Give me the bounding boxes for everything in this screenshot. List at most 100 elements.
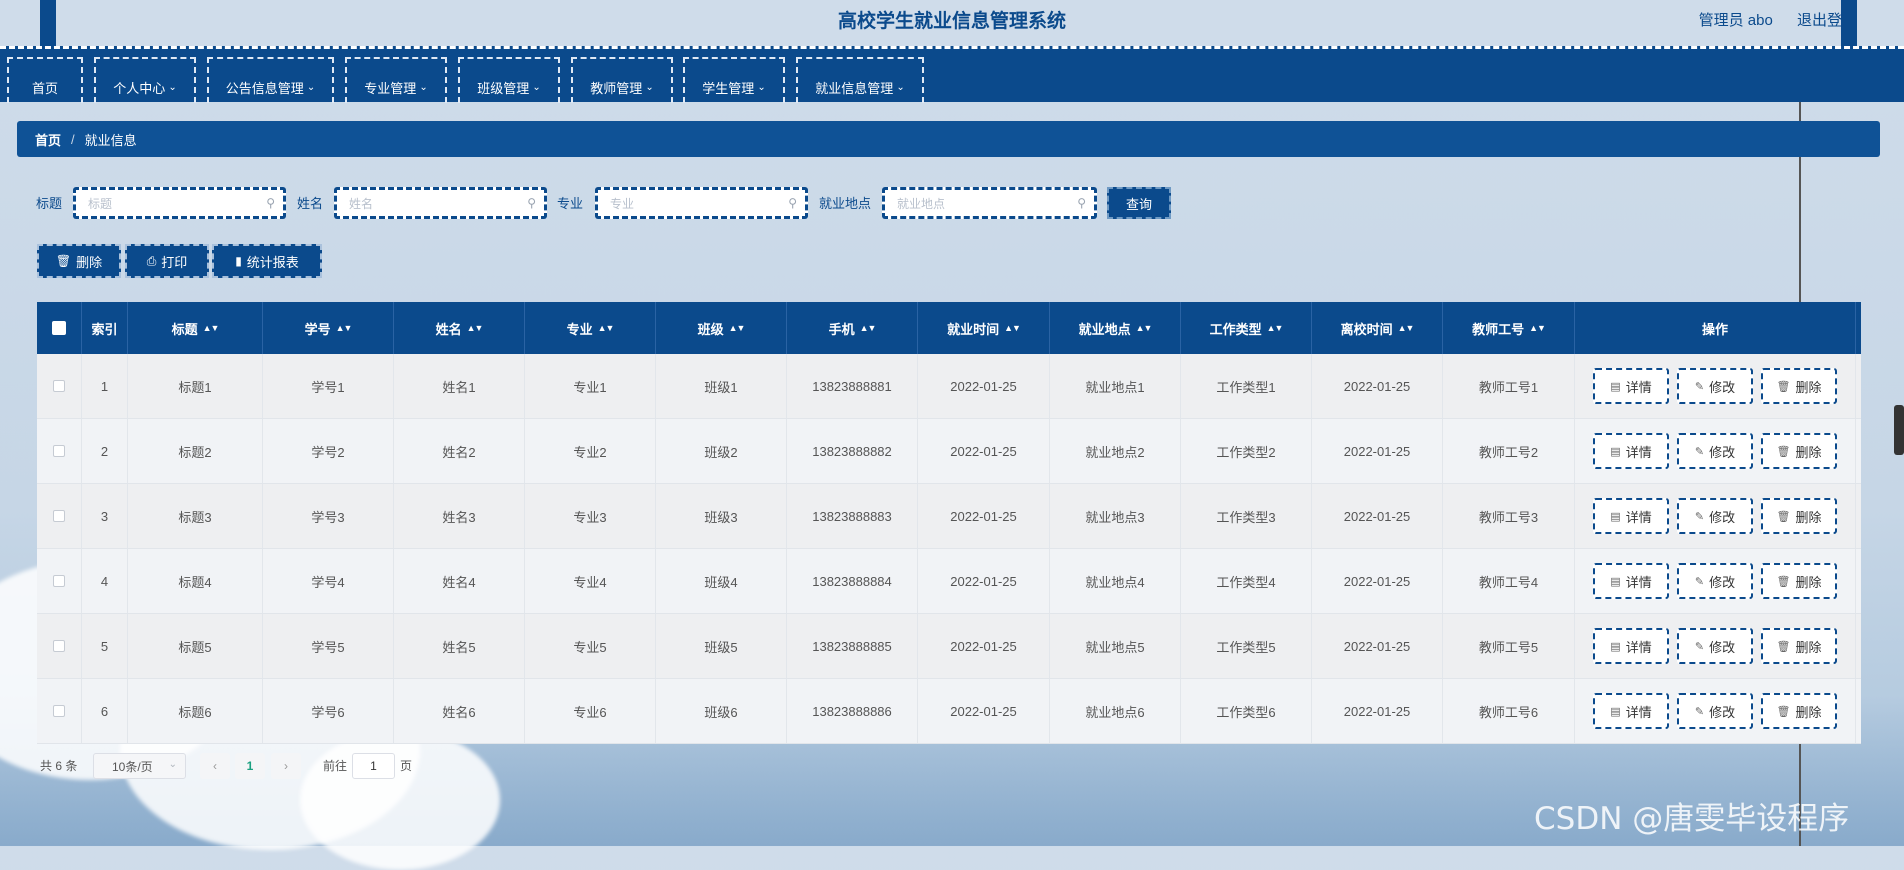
table-cell: 3 <box>82 484 128 548</box>
detail-button[interactable]: ▤ 详情 <box>1593 498 1669 534</box>
search-button[interactable]: 查询 <box>1107 187 1171 219</box>
search-input-title[interactable]: 标题 ⚲ <box>73 187 286 219</box>
sort-icon[interactable]: ▲▼ <box>1529 323 1546 333</box>
goto-label: 前往 <box>323 759 348 773</box>
column-header[interactable]: 手机 ▲▼ <box>787 302 918 354</box>
breadcrumb-home[interactable]: 首页 <box>35 130 61 149</box>
sort-icon[interactable]: ▲▼ <box>598 323 615 333</box>
row-checkbox[interactable] <box>53 705 65 717</box>
logout-link[interactable]: 退出登 <box>1797 12 1842 29</box>
sort-icon[interactable]: ▲▼ <box>1267 323 1284 333</box>
row-actions-cell: ▤ 详情 ✎ 修改 🗑 删除 <box>1575 549 1856 613</box>
row-checkbox[interactable] <box>53 380 65 392</box>
search-input-name[interactable]: 姓名 ⚲ <box>334 187 547 219</box>
detail-button[interactable]: ▤ 详情 <box>1593 693 1669 729</box>
edit-button[interactable]: ✎ 修改 <box>1677 498 1753 534</box>
column-header[interactable]: 班级 ▲▼ <box>656 302 787 354</box>
row-checkbox[interactable] <box>53 510 65 522</box>
nav-item-employment-management[interactable]: 就业信息管理 ⌄ <box>796 57 924 103</box>
row-checkbox[interactable] <box>53 640 65 652</box>
nav-item-student-management[interactable]: 学生管理 ⌄ <box>683 57 785 103</box>
select-all-cell <box>37 302 82 354</box>
bar-chart-icon: ▮ <box>235 254 242 268</box>
trash-icon: 🗑 <box>1776 640 1791 653</box>
delete-button[interactable]: 🗑 删除 <box>1761 498 1837 534</box>
row-checkbox[interactable] <box>53 575 65 587</box>
sort-icon[interactable]: ▲▼ <box>1136 323 1153 333</box>
column-header[interactable]: 专业 ▲▼ <box>525 302 656 354</box>
row-select-cell <box>37 484 82 548</box>
table-cell: 2022-01-25 <box>1312 679 1443 743</box>
edit-button[interactable]: ✎ 修改 <box>1677 628 1753 664</box>
goto-page-input[interactable]: 1 <box>352 753 395 779</box>
column-header[interactable]: 标题 ▲▼ <box>128 302 263 354</box>
table-cell: 2022-01-25 <box>918 419 1050 483</box>
search-label-title: 标题 <box>36 196 63 211</box>
search-input-location[interactable]: 就业地点 ⚲ <box>882 187 1097 219</box>
column-header[interactable]: 就业时间 ▲▼ <box>918 302 1050 354</box>
column-header-label: 操作 <box>1701 321 1728 337</box>
sort-icon[interactable]: ▲▼ <box>203 323 220 333</box>
print-button[interactable]: ⎙ 打印 <box>125 244 209 278</box>
sort-icon[interactable]: ▲▼ <box>860 323 877 333</box>
delete-button[interactable]: 🗑 删除 <box>1761 563 1837 599</box>
button-label: 详情 <box>1625 509 1652 525</box>
search-label-name: 姓名 <box>297 196 324 211</box>
sort-icon[interactable]: ▲▼ <box>336 323 353 333</box>
scrollbar-thumb[interactable] <box>1894 405 1904 455</box>
nav-item-major-management[interactable]: 专业管理 ⌄ <box>345 57 447 103</box>
column-header[interactable]: 教师工号 ▲▼ <box>1443 302 1575 354</box>
row-checkbox[interactable] <box>53 445 65 457</box>
button-label: 删除 <box>1795 509 1822 525</box>
nav-item-home[interactable]: 首页 <box>7 57 83 103</box>
prev-page-button[interactable]: ‹ <box>200 753 230 779</box>
page-number-current[interactable]: 1 <box>235 753 265 779</box>
delete-button[interactable]: 🗑 删除 <box>1761 433 1837 469</box>
nav-item-teacher-management[interactable]: 教师管理 ⌄ <box>571 57 673 103</box>
edit-button[interactable]: ✎ 修改 <box>1677 433 1753 469</box>
button-label: 删除 <box>1795 704 1822 720</box>
detail-button[interactable]: ▤ 详情 <box>1593 433 1669 469</box>
detail-button[interactable]: ▤ 详情 <box>1593 563 1669 599</box>
edit-button[interactable]: ✎ 修改 <box>1677 368 1753 404</box>
column-header[interactable]: 就业地点 ▲▼ <box>1050 302 1181 354</box>
column-header[interactable]: 离校时间 ▲▼ <box>1312 302 1443 354</box>
table-cell: 标题6 <box>128 679 263 743</box>
sort-icon[interactable]: ▲▼ <box>729 323 746 333</box>
detail-button[interactable]: ▤ 详情 <box>1593 368 1669 404</box>
column-header[interactable]: 学号 ▲▼ <box>263 302 394 354</box>
nav-item-personal-center[interactable]: 个人中心 ⌄ <box>94 57 196 103</box>
page-size-select[interactable]: 10条/页 ⌄ <box>93 753 186 779</box>
sort-icon[interactable]: ▲▼ <box>1398 323 1415 333</box>
bulk-delete-button[interactable]: 🗑 删除 <box>37 244 121 278</box>
nav-item-class-management[interactable]: 班级管理 ⌄ <box>458 57 560 103</box>
search-icon: ⚲ <box>1077 196 1086 210</box>
row-actions-cell: ▤ 详情 ✎ 修改 🗑 删除 <box>1575 354 1856 418</box>
table-cell: 6 <box>82 679 128 743</box>
column-header-label: 工作类型 <box>1209 321 1262 337</box>
detail-button[interactable]: ▤ 详情 <box>1593 628 1669 664</box>
column-header[interactable]: 工作类型 ▲▼ <box>1181 302 1312 354</box>
delete-button[interactable]: 🗑 删除 <box>1761 628 1837 664</box>
table-cell: 教师工号3 <box>1443 484 1575 548</box>
search-input-major[interactable]: 专业 ⚲ <box>595 187 808 219</box>
sort-icon[interactable]: ▲▼ <box>467 323 484 333</box>
column-header: 操作 <box>1575 302 1856 354</box>
report-button[interactable]: ▮ 统计报表 <box>212 244 322 278</box>
column-header[interactable]: 姓名 ▲▼ <box>394 302 525 354</box>
edit-button[interactable]: ✎ 修改 <box>1677 693 1753 729</box>
trash-icon: 🗑 <box>1776 705 1791 718</box>
select-all-checkbox[interactable] <box>52 321 66 335</box>
delete-button[interactable]: 🗑 删除 <box>1761 368 1837 404</box>
delete-button[interactable]: 🗑 删除 <box>1761 693 1837 729</box>
table-cell: 姓名2 <box>394 419 525 483</box>
current-user[interactable]: 管理员 abo <box>1699 12 1773 29</box>
table-cell: 班级3 <box>656 484 787 548</box>
next-page-button[interactable]: › <box>271 753 301 779</box>
button-label: 删除 <box>1795 379 1822 395</box>
sort-icon[interactable]: ▲▼ <box>1004 323 1021 333</box>
column-header-label: 标题 <box>171 321 198 337</box>
edit-button[interactable]: ✎ 修改 <box>1677 563 1753 599</box>
nav-item-notice-management[interactable]: 公告信息管理 ⌄ <box>207 57 334 103</box>
button-label: 详情 <box>1625 444 1652 460</box>
